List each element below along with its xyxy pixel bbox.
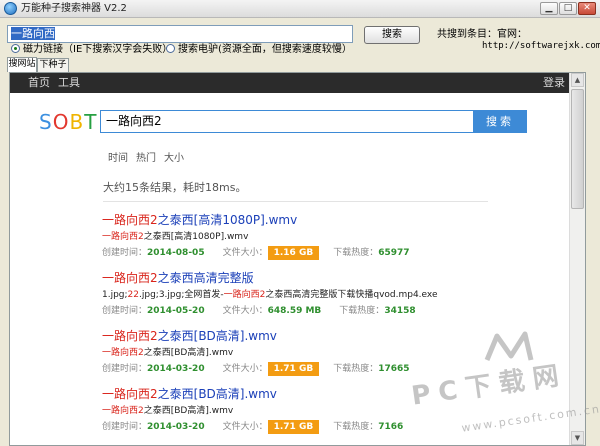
query-search-button[interactable]: 搜索: [473, 110, 527, 133]
sort-filters: 时间 热门 大小: [108, 153, 192, 165]
minimize-button[interactable]: ▁: [540, 2, 558, 15]
watermark-url: www.pcsoft.com.cn: [460, 402, 600, 435]
maximize-button[interactable]: □: [559, 2, 577, 15]
filter-time[interactable]: 时间: [108, 153, 128, 164]
filter-size[interactable]: 大小: [164, 153, 184, 164]
search-input-value: 一路向西: [11, 27, 55, 40]
result-heat: 34158: [384, 306, 416, 316]
result-date: 2014-03-20: [147, 422, 205, 432]
window-title: 万能种子搜索神器 V2.2: [21, 3, 127, 14]
result-date: 2014-05-20: [147, 306, 205, 316]
scroll-thumb[interactable]: [571, 89, 584, 209]
radio-donkey-label: 搜索电驴(资源全面，但搜索速度较慢）: [178, 44, 352, 55]
official-site-link[interactable]: http://softwarejxk.com: [482, 41, 600, 52]
search-button[interactable]: 搜索: [364, 26, 420, 44]
result-size: 1.71 GB: [267, 420, 320, 434]
watermark: PC下载网 www.pcsoft.com.cn: [410, 330, 600, 442]
result-item: 一路向西2之泰西[高清1080P].wmv 一路向西2之泰西[高清1080P].…: [102, 213, 542, 260]
radio-donkey[interactable]: 搜索电驴(资源全面，但搜索速度较慢）: [166, 44, 352, 56]
result-heat: 7166: [378, 422, 404, 432]
tab-search-site[interactable]: 搜网站: [7, 57, 37, 72]
result-meta: 创建时间：2014-08-05 文件大小： 1.16 GB 下载热度：65977: [102, 246, 410, 260]
result-summary: 大约15条结果，耗时18ms。: [103, 181, 247, 194]
result-title-link[interactable]: 一路向西2之泰西高清完整版: [102, 271, 542, 286]
radio-unchecked-icon: [166, 44, 175, 53]
site-nav: 首页 工具 登录: [10, 73, 569, 93]
result-count-label: 共搜到条目：官网：: [437, 29, 527, 40]
result-date: 2014-08-05: [147, 248, 205, 258]
radio-checked-icon: [11, 44, 20, 53]
result-meta: 创建时间：2014-05-20 文件大小：648.59 MB 下载热度：34158: [102, 306, 416, 316]
query-input[interactable]: 一路向西2: [100, 110, 474, 133]
result-file: 一路向西2之泰西[高清1080P].wmv: [102, 232, 249, 242]
result-file: 1.jpg;22.jpg;3.jpg;全网首发-一路向西2之泰西高清完整版下载快…: [102, 290, 438, 300]
result-item: 一路向西2之泰西高清完整版 1.jpg;22.jpg;3.jpg;全网首发-一路…: [102, 271, 542, 318]
result-size: 1.16 GB: [267, 246, 320, 260]
result-size: 1.71 GB: [267, 362, 320, 376]
toolbar: 一路向西 搜索 共搜到条目：官网： http://softwarejxk.com…: [0, 18, 600, 73]
app-icon: [4, 2, 17, 15]
scroll-up-icon[interactable]: ▲: [571, 73, 584, 87]
result-title-link[interactable]: 一路向西2之泰西[高清1080P].wmv: [102, 213, 542, 228]
close-button[interactable]: ✕: [578, 2, 596, 15]
divider: [103, 201, 488, 202]
tab-download-torrent[interactable]: 下种子: [37, 58, 69, 72]
nav-login[interactable]: 登录: [543, 76, 565, 90]
result-date: 2014-03-20: [147, 364, 205, 374]
title-bar: 万能种子搜索神器 V2.2 ▁ □ ✕: [0, 0, 600, 18]
nav-home[interactable]: 首页: [28, 76, 50, 90]
result-size: 648.59 MB: [267, 306, 322, 316]
nav-tools[interactable]: 工具: [58, 76, 80, 90]
filter-hot[interactable]: 热门: [136, 153, 156, 164]
radio-magnet-label: 磁力链接（IE下搜索汉字会失败）: [23, 44, 173, 55]
result-heat: 17665: [378, 364, 410, 374]
result-heat: 65977: [378, 248, 410, 258]
site-logo: SOBT: [39, 110, 98, 134]
search-input[interactable]: 一路向西: [7, 25, 353, 43]
radio-magnet[interactable]: 磁力链接（IE下搜索汉字会失败）: [11, 44, 172, 56]
